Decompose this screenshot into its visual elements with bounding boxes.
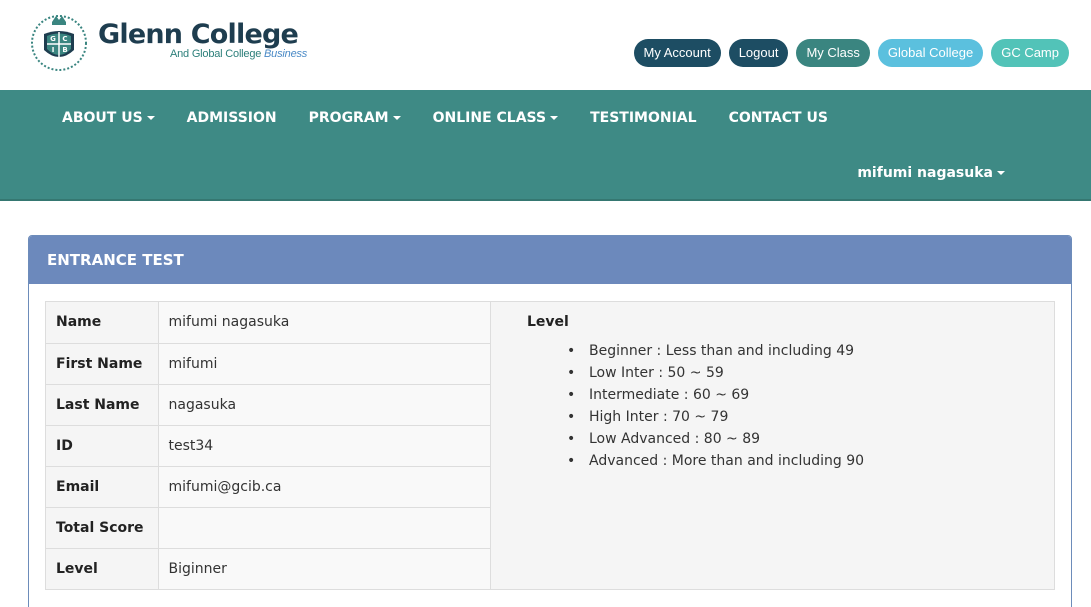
table-row: Last Name nagasuka — [46, 384, 491, 426]
list-item: Beginner : Less than and including 49 — [567, 340, 1054, 362]
site-header: G C I B Glenn College And Global College… — [0, 0, 1091, 90]
row-key: ID — [46, 425, 159, 467]
row-value: nagasuka — [158, 384, 491, 426]
table-row: Total Score — [46, 507, 491, 549]
caret-down-icon — [997, 171, 1005, 175]
level-legend: Level Beginner : Less than and including… — [491, 302, 1054, 589]
table-row: Level Biginner — [46, 548, 491, 589]
nav-menu: ABOUT US ADMISSION PROGRAM ONLINE CLASS … — [46, 90, 844, 146]
user-name: mifumi nagasuka — [857, 165, 993, 181]
row-key: Name — [46, 302, 159, 344]
caret-down-icon — [392, 116, 401, 120]
nav-admission[interactable]: ADMISSION — [171, 90, 293, 146]
top-links: My Account Logout My Class Global Colleg… — [633, 39, 1069, 67]
row-value: mifumi — [158, 343, 491, 385]
row-key: Total Score — [46, 507, 159, 549]
nav-about-us[interactable]: ABOUT US — [46, 90, 171, 146]
crest-letter: B — [62, 46, 67, 54]
crest-letter: G — [50, 35, 56, 43]
my-class-button[interactable]: My Class — [796, 39, 870, 67]
caret-down-icon — [146, 116, 155, 120]
nav-contact-us-label: CONTACT US — [728, 110, 828, 126]
row-key: Last Name — [46, 384, 159, 426]
logout-button[interactable]: Logout — [728, 39, 789, 67]
row-key: Level — [46, 548, 159, 589]
entrance-test-panel: ENTRANCE TEST Name mifumi nagasuka First … — [28, 235, 1072, 607]
row-value — [158, 507, 491, 549]
nav-online-class[interactable]: ONLINE CLASS — [417, 90, 574, 146]
list-item: Low Advanced : 80 ~ 89 — [567, 428, 1054, 450]
nav-testimonial-label: TESTIMONIAL — [590, 110, 697, 126]
test-details: Name mifumi nagasuka First Name mifumi Las… — [45, 301, 1055, 590]
global-college-button[interactable]: Global College — [877, 39, 984, 67]
nav-online-class-label: ONLINE CLASS — [432, 110, 547, 126]
logo-text: Glenn College And Global College Busines… — [98, 19, 307, 61]
level-legend-title: Level — [527, 314, 569, 330]
nav-admission-label: ADMISSION — [186, 110, 277, 126]
row-key: Email — [46, 466, 159, 508]
gc-camp-button[interactable]: GC Camp — [991, 39, 1069, 67]
level-list: Beginner : Less than and including 49 Lo… — [567, 340, 1054, 472]
crest-letter: I — [52, 46, 55, 54]
college-crest-icon: G C I B — [31, 15, 87, 71]
list-item: Low Inter : 50 ~ 59 — [567, 362, 1054, 384]
nav-about-us-label: ABOUT US — [62, 110, 143, 126]
main-navbar: ABOUT US ADMISSION PROGRAM ONLINE CLASS … — [0, 90, 1091, 201]
brand-subtitle-accent: Business — [264, 48, 308, 60]
brand-subtitle-main: And Global College — [170, 48, 262, 60]
row-value: test34 — [158, 425, 491, 467]
table-row: Email mifumi@gcib.ca — [46, 466, 491, 508]
nav-program-label: PROGRAM — [308, 110, 389, 126]
list-item: High Inter : 70 ~ 79 — [567, 406, 1054, 428]
brand-subtitle: And Global College Business — [170, 48, 307, 60]
row-value: mifumi nagasuka — [158, 302, 491, 344]
list-item: Advanced : More than and including 90 — [567, 450, 1054, 472]
nav-testimonial[interactable]: TESTIMONIAL — [574, 90, 712, 146]
brand-title: Glenn College — [98, 19, 299, 50]
panel-title: ENTRANCE TEST — [29, 236, 1071, 284]
list-item: Intermediate : 60 ~ 69 — [567, 384, 1054, 406]
row-value: Biginner — [158, 548, 491, 589]
student-info-table: Name mifumi nagasuka First Name mifumi Las… — [46, 302, 491, 589]
user-menu[interactable]: mifumi nagasuka — [857, 146, 1005, 200]
nav-contact-us[interactable]: CONTACT US — [713, 90, 844, 146]
crest-letter: C — [62, 35, 67, 43]
table-row: Name mifumi nagasuka — [46, 302, 491, 344]
caret-down-icon — [550, 116, 559, 120]
row-value: mifumi@gcib.ca — [158, 466, 491, 508]
logo[interactable]: G C I B Glenn College And Global College… — [30, 10, 307, 72]
my-account-button[interactable]: My Account — [633, 39, 721, 67]
nav-program[interactable]: PROGRAM — [293, 90, 417, 146]
table-row: ID test34 — [46, 425, 491, 467]
table-row: First Name mifumi — [46, 343, 491, 385]
row-key: First Name — [46, 343, 159, 385]
